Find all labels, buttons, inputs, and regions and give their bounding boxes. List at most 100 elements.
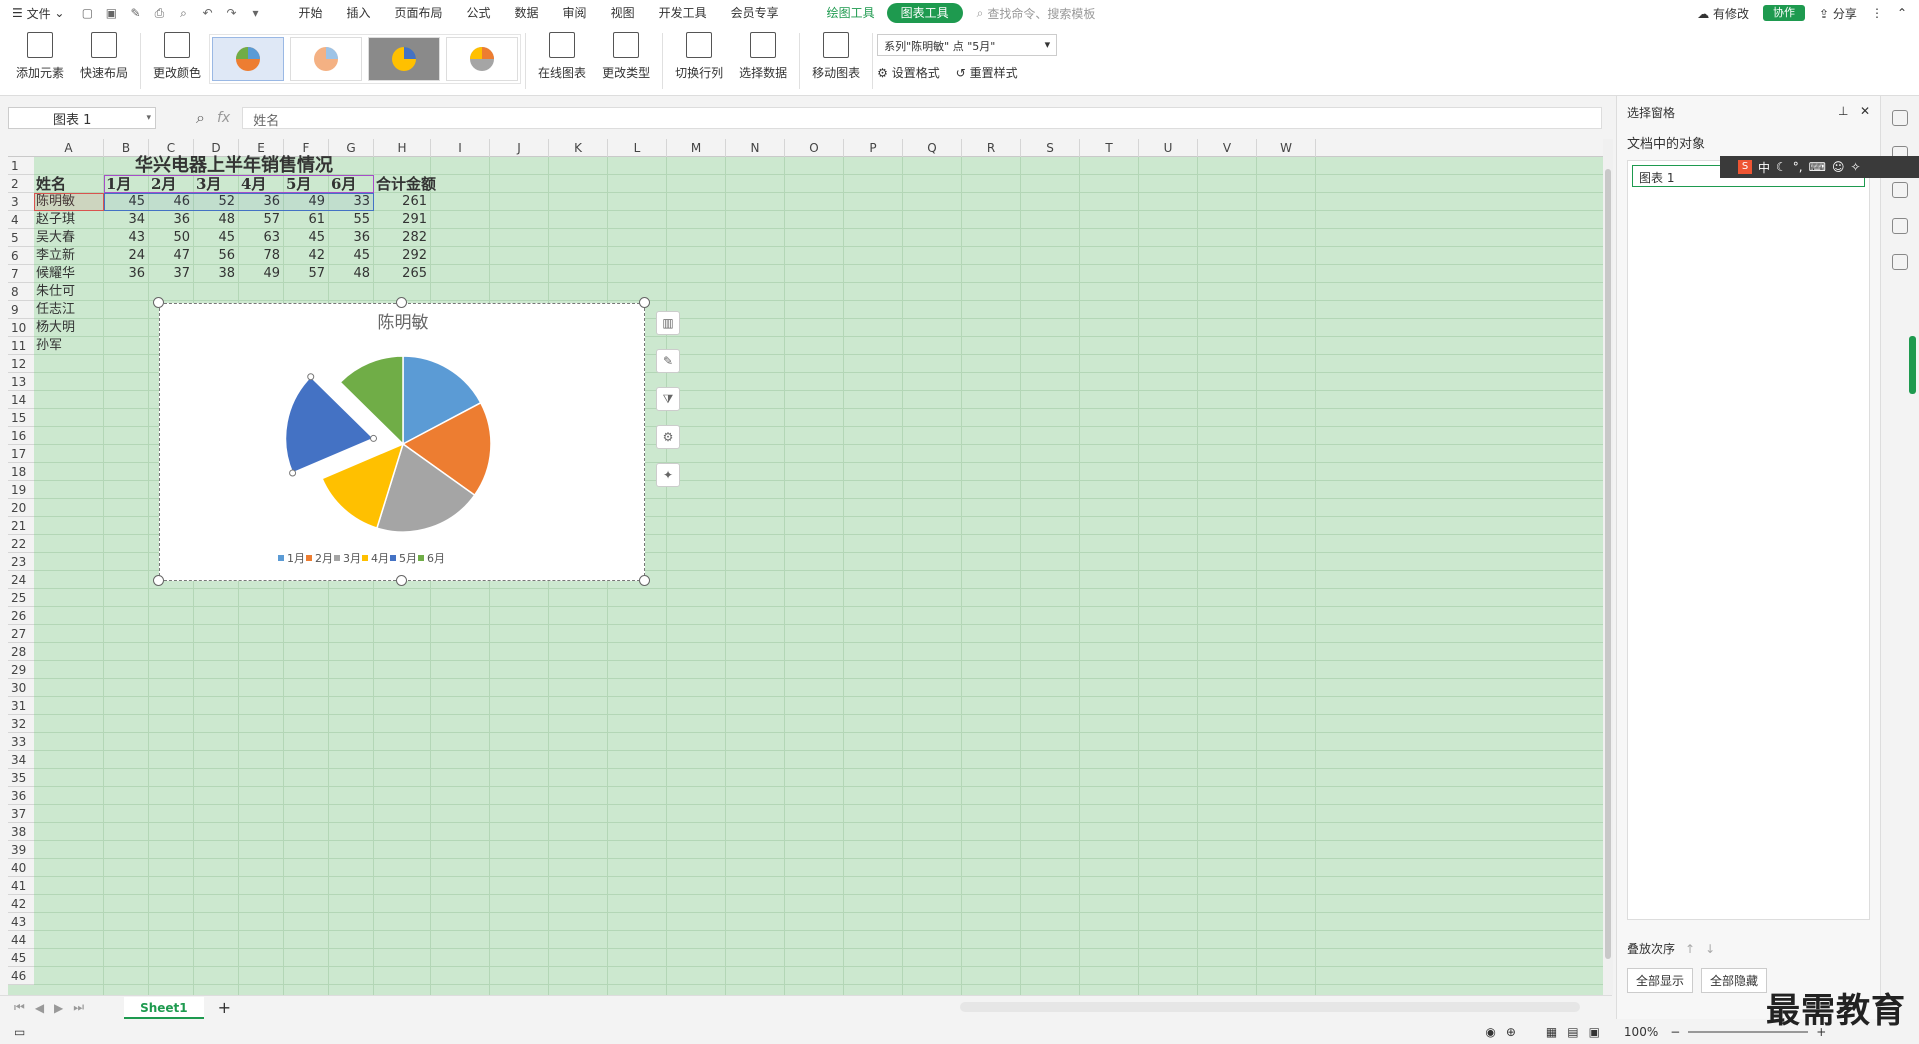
share-button[interactable]: ⇪ 分享 <box>1819 5 1857 22</box>
data-cell[interactable]: 36 <box>319 229 374 247</box>
data-cell[interactable]: 赵子琪 <box>36 211 75 229</box>
move-chart-button[interactable]: 移动图表 <box>804 26 868 96</box>
menu-chart-tools[interactable]: 图表工具 <box>886 3 963 23</box>
data-cell[interactable]: 48 <box>319 265 374 283</box>
row-header[interactable]: 32 <box>8 715 34 733</box>
column-header-o[interactable]: O <box>785 139 844 157</box>
legend-label[interactable]: 6月 <box>427 552 445 565</box>
hide-all-button[interactable]: 全部隐藏 <box>1701 968 1768 993</box>
change-color-button[interactable]: 更改颜色 <box>145 26 209 96</box>
row-header[interactable]: 23 <box>8 553 34 571</box>
row-header[interactable]: 38 <box>8 823 34 841</box>
row-header[interactable]: 16 <box>8 427 34 445</box>
menu-review[interactable]: 审阅 <box>551 0 599 26</box>
sheet-tab-sheet1[interactable]: Sheet1 <box>124 996 204 1019</box>
fx-icon[interactable]: fx <box>217 110 230 126</box>
data-cell[interactable]: 261 <box>376 193 431 211</box>
point-handle[interactable] <box>370 434 378 442</box>
row-header[interactable]: 25 <box>8 589 34 607</box>
row-header[interactable]: 27 <box>8 625 34 643</box>
legend-label[interactable]: 4月 <box>371 552 389 565</box>
macro-icon[interactable]: ▭ <box>14 1025 25 1039</box>
menu-drawing-tools[interactable]: 绘图工具 <box>815 0 887 26</box>
next-sheet-icon[interactable]: ▶ <box>54 1001 63 1015</box>
row-header[interactable]: 42 <box>8 895 34 913</box>
row-header[interactable]: 19 <box>8 481 34 499</box>
menu-member[interactable]: 会员专享 <box>719 0 791 26</box>
data-cell[interactable]: 292 <box>376 247 431 265</box>
resize-handle[interactable] <box>153 575 164 586</box>
undo-icon[interactable]: ↶ <box>200 6 214 20</box>
data-cell[interactable]: 任志江 <box>36 301 75 319</box>
row-header[interactable]: 17 <box>8 445 34 463</box>
row-header[interactable]: 14 <box>8 391 34 409</box>
legend-label[interactable]: 3月 <box>343 552 361 565</box>
column-header-m[interactable]: M <box>667 139 726 157</box>
reading-view-icon[interactable]: ▣ <box>1589 1025 1600 1039</box>
row-header[interactable]: 31 <box>8 697 34 715</box>
column-header-l[interactable]: L <box>608 139 667 157</box>
row-header[interactable]: 18 <box>8 463 34 481</box>
column-header-k[interactable]: K <box>549 139 608 157</box>
data-cell[interactable]: 李立新 <box>36 247 75 265</box>
row-header[interactable]: 1 <box>8 157 34 175</box>
print-preview-icon[interactable]: ⌕ <box>176 6 190 20</box>
first-sheet-icon[interactable]: ⏮ <box>14 1000 25 1015</box>
quick-layout-button[interactable]: 快速布局 <box>72 26 136 96</box>
chart-filter-icon[interactable]: ⧩ <box>656 387 680 411</box>
zoom-level[interactable]: 100% <box>1624 1025 1658 1039</box>
row-header[interactable]: 36 <box>8 787 34 805</box>
eye-protect-icon[interactable]: ◉ <box>1485 1025 1495 1039</box>
header-cell[interactable]: 姓名 <box>36 175 66 193</box>
menu-page-layout[interactable]: 页面布局 <box>383 0 455 26</box>
scroll-thumb[interactable] <box>1605 169 1611 959</box>
row-header[interactable]: 5 <box>8 229 34 247</box>
row-header[interactable]: 37 <box>8 805 34 823</box>
data-cell[interactable]: 45 <box>319 247 374 265</box>
zoom-formula-icon[interactable]: ⌕ <box>196 108 205 128</box>
row-header[interactable]: 8 <box>8 283 34 301</box>
column-header-j[interactable]: J <box>490 139 549 157</box>
column-header-v[interactable]: V <box>1198 139 1257 157</box>
chart-style-brush-icon[interactable]: ✎ <box>656 349 680 373</box>
data-cell[interactable]: 吴大春 <box>36 229 75 247</box>
name-box[interactable]: 图表 1 ▾ <box>8 107 156 129</box>
chart-elements-icon[interactable]: ▥ <box>656 311 680 335</box>
row-header[interactable]: 4 <box>8 211 34 229</box>
row-header[interactable]: 44 <box>8 931 34 949</box>
row-header[interactable]: 2 <box>8 175 34 193</box>
row-header[interactable]: 7 <box>8 265 34 283</box>
more-options-icon[interactable]: ⋮ <box>1871 6 1883 20</box>
resize-handle[interactable] <box>153 297 164 308</box>
resize-handle[interactable] <box>639 575 650 586</box>
menu-data[interactable]: 数据 <box>503 0 551 26</box>
row-header[interactable]: 29 <box>8 661 34 679</box>
sheet-title[interactable]: 华兴电器上半年销售情况 <box>34 157 434 175</box>
row-header[interactable]: 6 <box>8 247 34 265</box>
move-down-icon[interactable]: ↓ <box>1705 942 1715 956</box>
row-header[interactable]: 22 <box>8 535 34 553</box>
column-header-q[interactable]: Q <box>903 139 962 157</box>
column-header-t[interactable]: T <box>1080 139 1139 157</box>
more-icon[interactable]: ▾ <box>248 6 262 20</box>
column-header-u[interactable]: U <box>1139 139 1198 157</box>
add-sheet-icon[interactable]: + <box>218 998 231 1017</box>
data-cell[interactable]: 孙军 <box>36 337 62 355</box>
style-icon[interactable] <box>1892 110 1908 126</box>
column-header-g[interactable]: G <box>329 139 374 157</box>
page-view-icon[interactable]: ▤ <box>1567 1025 1578 1039</box>
collab-button[interactable]: 协作 <box>1763 5 1806 21</box>
legend-label[interactable]: 5月 <box>399 552 417 565</box>
switch-rowcol-button[interactable]: 切换行列 <box>667 26 731 96</box>
data-cell[interactable]: 282 <box>376 229 431 247</box>
legend-label[interactable]: 1月 <box>287 552 305 565</box>
chart-style-2[interactable] <box>290 37 363 81</box>
menu-view[interactable]: 视图 <box>599 0 647 26</box>
data-cell[interactable]: 朱仕可 <box>36 283 75 301</box>
ime-status-icon[interactable]: ⊕ <box>1506 1025 1516 1039</box>
resize-handle[interactable] <box>396 575 407 586</box>
file-menu[interactable]: ☰ 文件 ⌄ <box>0 0 72 26</box>
row-header[interactable]: 43 <box>8 913 34 931</box>
row-header[interactable]: 34 <box>8 751 34 769</box>
properties-icon[interactable] <box>1892 182 1908 198</box>
